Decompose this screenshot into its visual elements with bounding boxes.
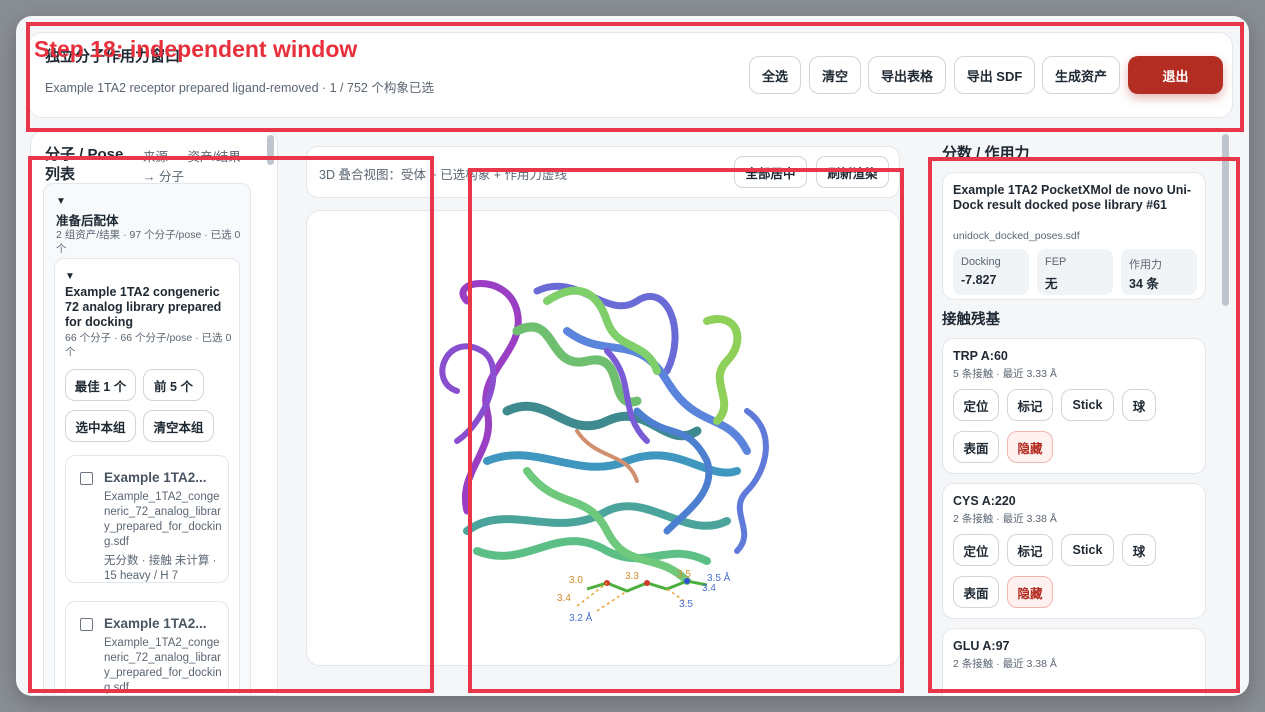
svg-text:3.5 Å: 3.5 Å xyxy=(707,571,731,584)
stat-label: 作用力 xyxy=(1129,259,1162,271)
hide-button[interactable]: 隐藏 xyxy=(1007,576,1053,608)
generate-asset-button[interactable]: 生成资产 xyxy=(1042,56,1120,94)
molecule-name: Example 1TA2... xyxy=(104,470,207,485)
molecule-checkbox[interactable] xyxy=(80,618,93,631)
locate-button[interactable]: 定位 xyxy=(953,389,999,421)
expand-triangle-icon[interactable]: ▼ xyxy=(56,196,66,207)
mark-button[interactable]: 标记 xyxy=(1007,389,1053,421)
molecule-file: Example_1TA2_congeneric_72_analog_librar… xyxy=(104,637,222,694)
protein-ribbon-render[interactable]: 3.0 3.4 3.3 3.5 3.5 3.4 3.2 Å 3.5 Å xyxy=(307,211,900,666)
molecule-list-panel: 分子 / Pose 列表 来源 → 资产/结果 → 分子 ▼ 准备后配体 2 组… xyxy=(30,130,278,696)
residue-name: CYS A:220 xyxy=(953,494,1016,508)
locate-button[interactable]: 定位 xyxy=(953,534,999,566)
svg-text:3.0: 3.0 xyxy=(569,575,583,586)
mark-button[interactable]: 标记 xyxy=(1007,534,1053,566)
residue-card: GLU A:97 2 条接触 · 最近 3.38 Å xyxy=(942,628,1206,696)
residue-card: TRP A:60 5 条接触 · 最近 3.33 Å 定位 标记 Stick 球… xyxy=(942,338,1206,474)
group-meta: 2 组资产/结果 · 97 个分子/pose · 已选 0 个 xyxy=(56,229,241,255)
svg-text:3.3: 3.3 xyxy=(625,571,639,582)
exit-button[interactable]: 退出 xyxy=(1128,56,1223,94)
interaction-count-stat: 作用力 34 条 xyxy=(1121,249,1197,295)
residue-meta: 5 条接触 · 最近 3.33 Å xyxy=(953,368,1057,380)
molecule-card[interactable]: Example 1TA2... Example_1TA2_congeneric_… xyxy=(65,455,229,583)
sphere-button[interactable]: 球 xyxy=(1122,534,1156,566)
stick-button[interactable]: Stick xyxy=(1061,389,1114,421)
group-title: 准备后配体 xyxy=(56,214,119,228)
viewer-title: 3D 叠合视图：受体 + 已选构象 + 作用力虚线 xyxy=(319,168,567,182)
clear-group-button[interactable]: 清空本组 xyxy=(143,410,214,442)
svg-text:3.4: 3.4 xyxy=(702,583,716,594)
select-all-button[interactable]: 全选 xyxy=(749,56,801,94)
window-subtitle: Example 1TA2 receptor prepared ligand-re… xyxy=(45,81,434,95)
fep-stat: FEP 无 xyxy=(1037,249,1113,295)
pose-file: unidock_docked_poses.sdf xyxy=(953,230,1080,242)
select-group-button[interactable]: 选中本组 xyxy=(65,410,136,442)
molecule-file: Example_1TA2_congeneric_72_analog_librar… xyxy=(104,491,222,548)
residue-name: TRP A:60 xyxy=(953,349,1008,363)
surface-button[interactable]: 表面 xyxy=(953,576,999,608)
stat-label: Docking xyxy=(961,256,1001,268)
svg-text:3.5: 3.5 xyxy=(679,599,693,610)
refresh-render-button[interactable]: 刷新渲染 xyxy=(816,156,889,188)
left-scrollbar[interactable] xyxy=(267,135,274,165)
svg-text:3.5: 3.5 xyxy=(677,569,691,580)
distance-labels: 3.0 3.4 3.3 3.5 3.5 3.4 3.2 Å 3.5 Å xyxy=(557,569,731,624)
molecule-card[interactable]: Example 1TA2... Example_1TA2_congeneric_… xyxy=(65,601,229,695)
selected-pose-card: Example 1TA2 PocketXMol de novo Uni-Dock… xyxy=(942,172,1206,300)
svg-text:3.2 Å: 3.2 Å xyxy=(569,611,593,624)
clear-button[interactable]: 清空 xyxy=(809,56,861,94)
hide-button[interactable]: 隐藏 xyxy=(1007,431,1053,463)
ligand-group: ▼ 准备后配体 2 组资产/结果 · 97 个分子/pose · 已选 0 个 … xyxy=(43,183,251,695)
svg-text:3.4: 3.4 xyxy=(557,593,571,604)
independent-window: 独立分子作用力窗口 Example 1TA2 receptor prepared… xyxy=(16,16,1249,696)
library-subgroup: ▼ Example 1TA2 congeneric 72 analog libr… xyxy=(54,258,240,695)
export-table-button[interactable]: 导出表格 xyxy=(868,56,946,94)
score-panel-title: 分数 / 作用力 xyxy=(942,145,1030,162)
docking-score-stat: Docking -7.827 xyxy=(953,249,1029,295)
stat-value: 无 xyxy=(1045,277,1058,291)
best-1-button[interactable]: 最佳 1 个 xyxy=(65,369,136,401)
sphere-button[interactable]: 球 xyxy=(1122,389,1156,421)
stat-value: 34 条 xyxy=(1129,277,1159,291)
stat-label: FEP xyxy=(1045,256,1067,268)
residue-name: GLU A:97 xyxy=(953,639,1010,653)
right-scrollbar[interactable] xyxy=(1222,134,1229,306)
expand-triangle-icon[interactable]: ▼ xyxy=(65,271,75,282)
annotation-label: Step 18: independent window xyxy=(34,36,358,62)
molecule-list-title: 分子 / Pose 列表 xyxy=(45,146,124,183)
viewer-toolbar: 3D 叠合视图：受体 + 已选构象 + 作用力虚线 全部居中 刷新渲染 xyxy=(306,146,900,198)
stat-value: -7.827 xyxy=(961,273,997,287)
molecule-checkbox[interactable] xyxy=(80,472,93,485)
molecule-3d-viewer[interactable]: 3.0 3.4 3.3 3.5 3.5 3.4 3.2 Å 3.5 Å xyxy=(306,210,900,666)
molecule-meta: 无分数 · 接触 未计算 · 15 heavy / H 7 xyxy=(104,555,217,582)
source-hierarchy-hint: 来源 → 资产/结果 → 分子 xyxy=(143,150,241,184)
pose-title: Example 1TA2 PocketXMol de novo Uni-Dock… xyxy=(953,183,1192,212)
subgroup-meta: 66 个分子 · 66 个分子/pose · 已选 0 个 xyxy=(65,332,232,358)
residue-card: CYS A:220 2 条接触 · 最近 3.38 Å 定位 标记 Stick … xyxy=(942,483,1206,619)
top-5-button[interactable]: 前 5 个 xyxy=(143,369,204,401)
center-all-button[interactable]: 全部居中 xyxy=(734,156,807,188)
export-sdf-button[interactable]: 导出 SDF xyxy=(954,56,1035,94)
residue-meta: 2 条接触 · 最近 3.38 Å xyxy=(953,658,1057,670)
subgroup-title: Example 1TA2 congeneric 72 analog librar… xyxy=(65,285,222,329)
stick-button[interactable]: Stick xyxy=(1061,534,1114,566)
contact-residues-title: 接触残基 xyxy=(942,312,1000,328)
molecule-name: Example 1TA2... xyxy=(104,616,207,631)
surface-button[interactable]: 表面 xyxy=(953,431,999,463)
residue-meta: 2 条接触 · 最近 3.38 Å xyxy=(953,513,1057,525)
